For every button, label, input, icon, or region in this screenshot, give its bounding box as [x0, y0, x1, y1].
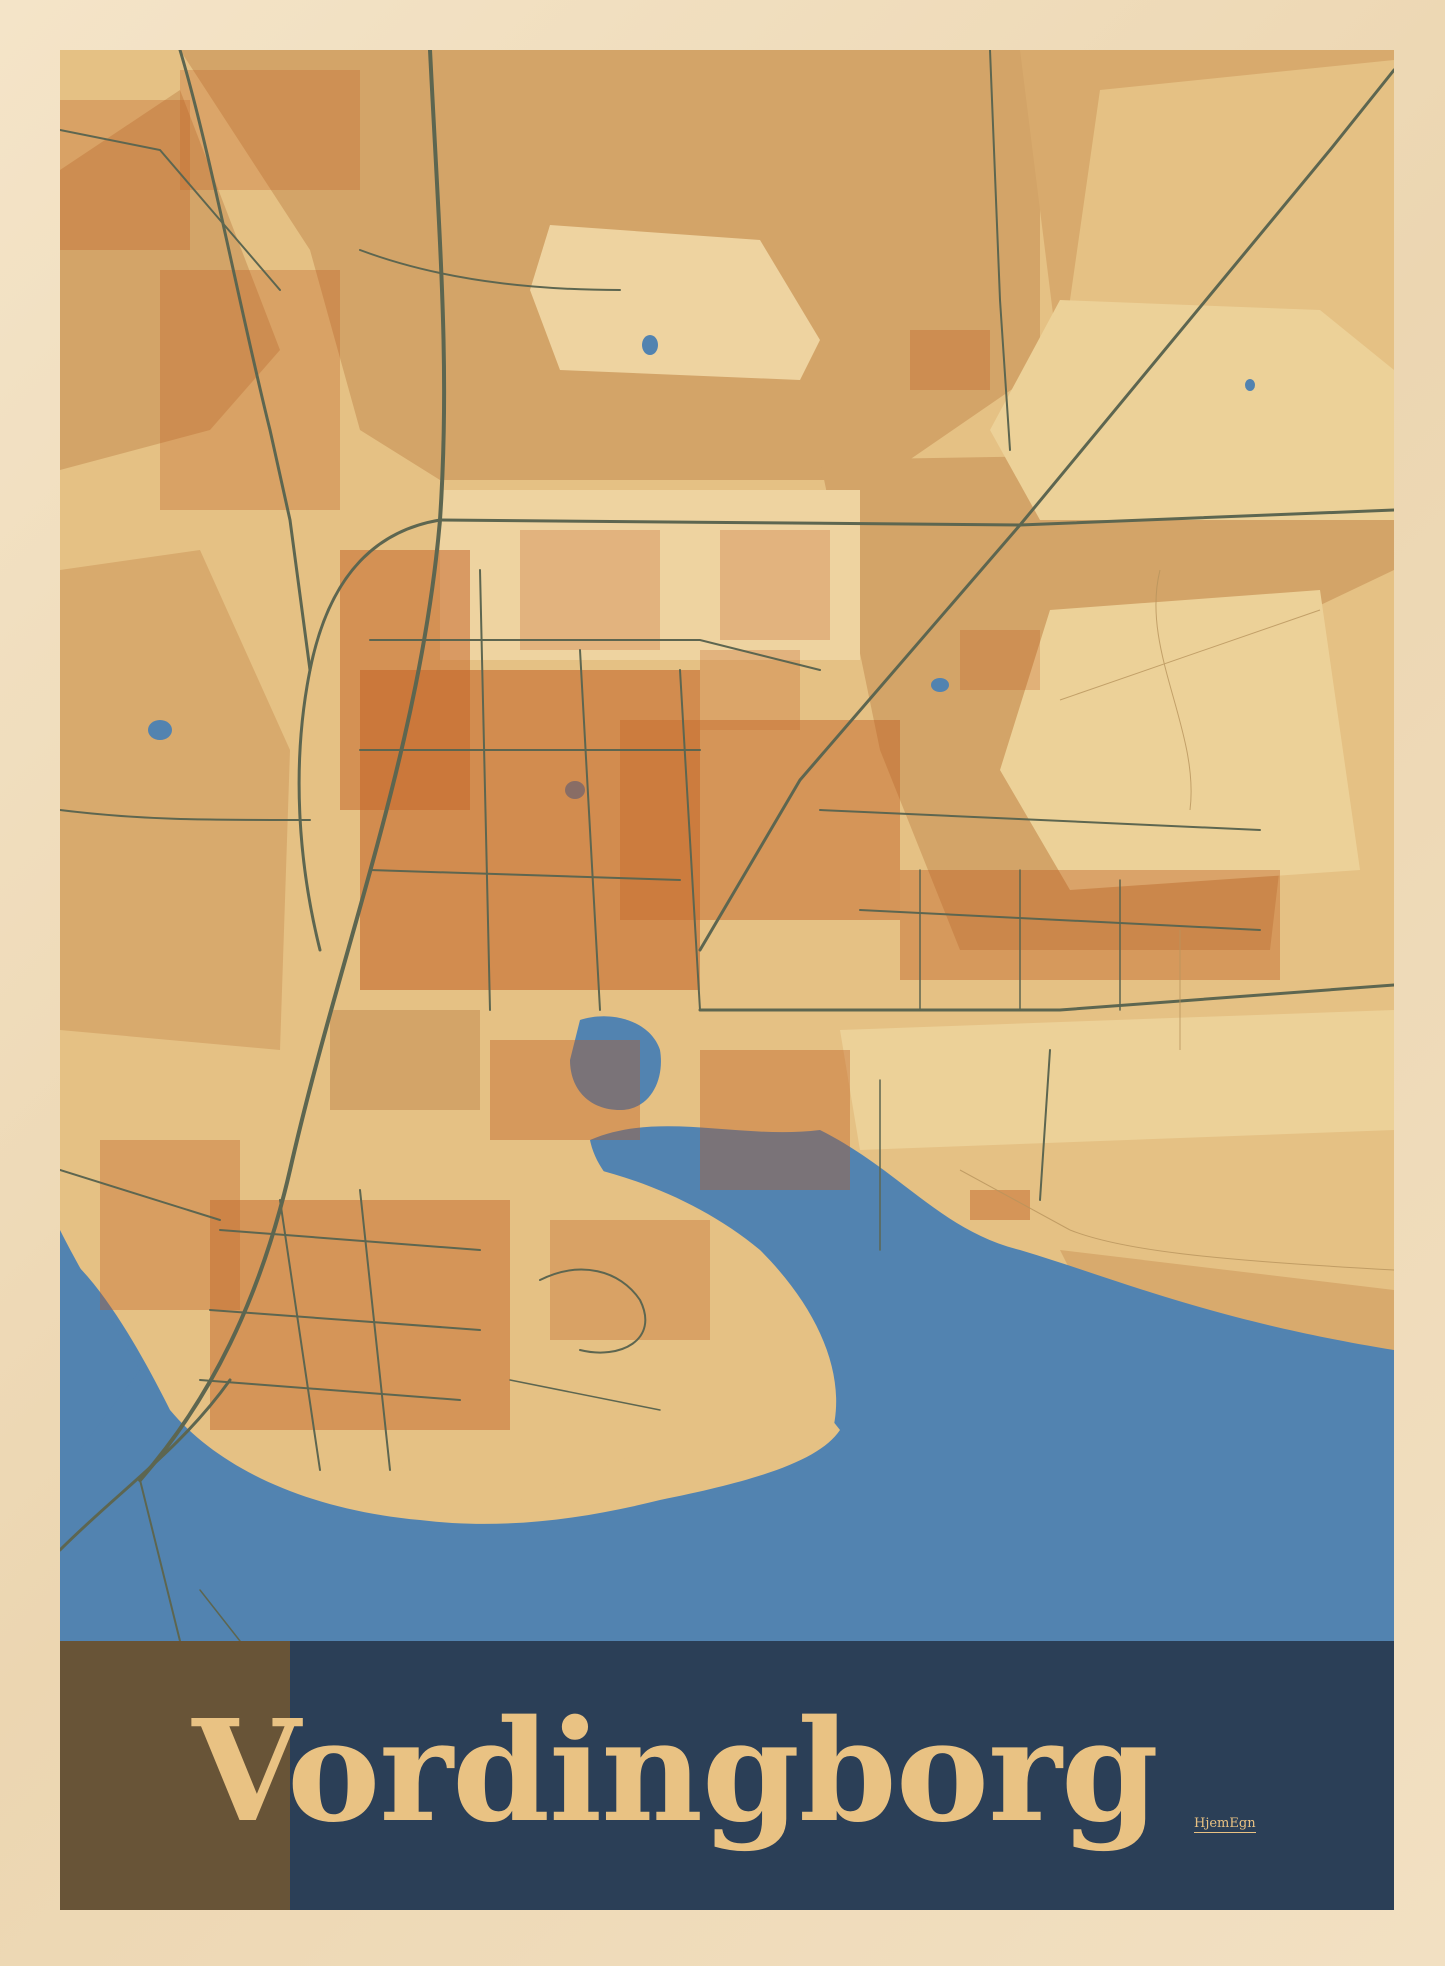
- pond-north: [642, 335, 658, 355]
- brand-logo: HjemEgn: [1194, 1816, 1256, 1833]
- map-canvas: [60, 50, 1394, 1910]
- pond-northeast: [1245, 379, 1255, 391]
- light-field-south: [840, 1010, 1394, 1150]
- field-patch: [330, 1010, 480, 1110]
- map-poster: Vordingborg HjemEgn: [60, 50, 1394, 1910]
- city-title: Vordingborg: [192, 1690, 1159, 1854]
- pond-west: [148, 720, 172, 740]
- pond-east: [931, 678, 949, 692]
- light-field-east-2: [1000, 590, 1360, 890]
